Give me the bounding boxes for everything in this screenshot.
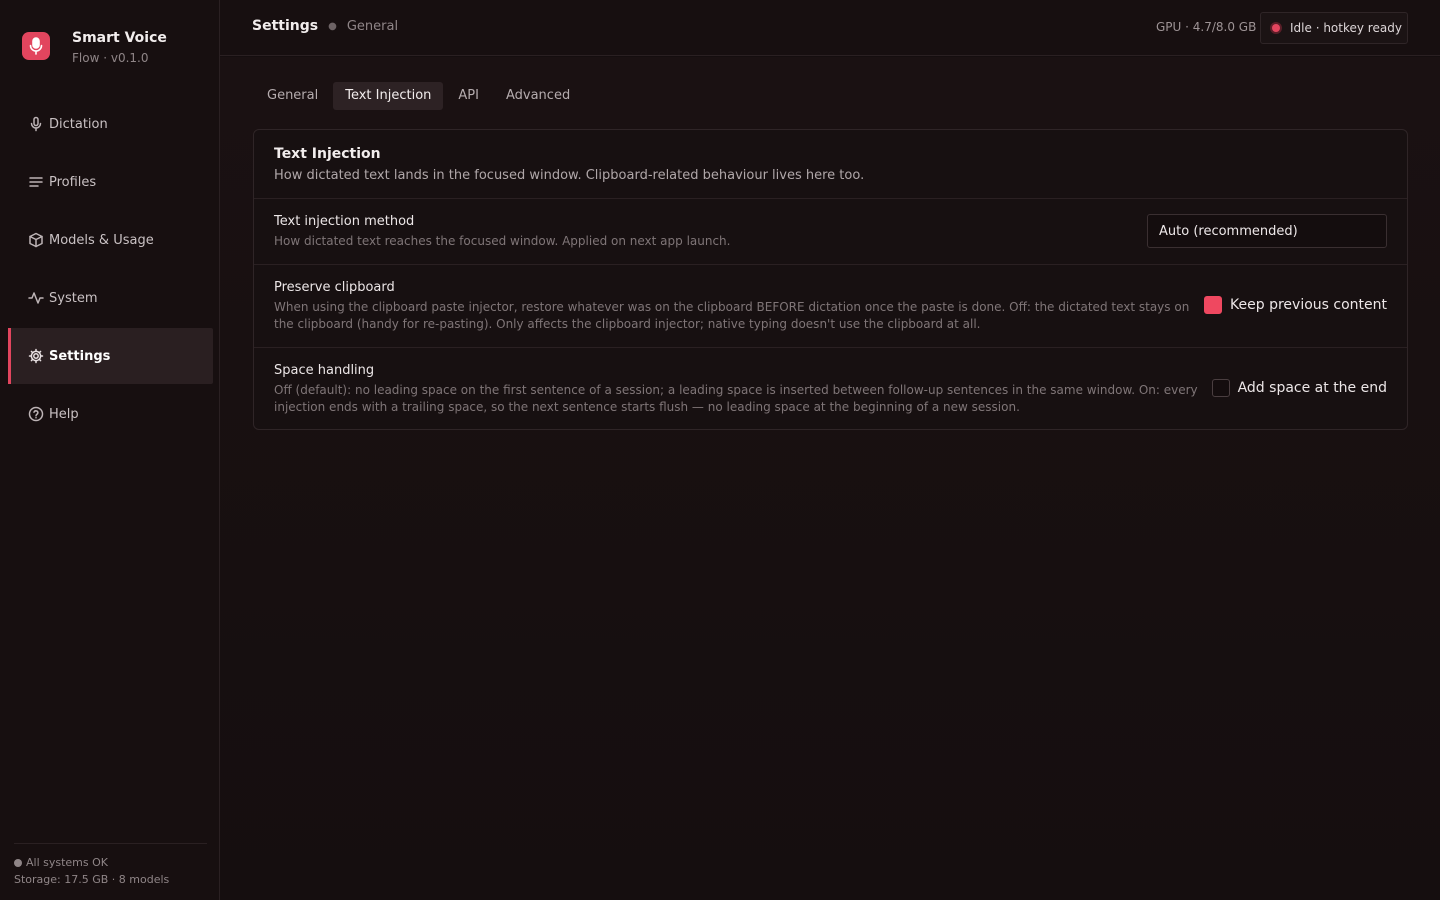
microphone-icon (30, 116, 42, 132)
setting-row-injection-method: Text injection method How dictated text … (254, 199, 1407, 265)
setting-label: Preserve clipboard (274, 280, 395, 295)
main-content: General Text Injection API Advanced Text… (220, 57, 1440, 900)
system-status: All systems OK (14, 854, 207, 871)
sidebar-item-dictation[interactable]: Dictation (8, 96, 213, 152)
settings-tabs: General Text Injection API Advanced (255, 82, 585, 110)
checkbox-label: Keep previous content (1230, 297, 1387, 313)
gear-icon (28, 348, 44, 364)
system-status-text: All systems OK (26, 856, 109, 869)
setting-help: When using the clipboard paste injector,… (274, 300, 1190, 331)
sidebar-item-label: Help (49, 406, 79, 422)
activity-icon (28, 292, 44, 304)
status-text: Idle · hotkey ready (1290, 21, 1402, 35)
setting-help: How dictated text reaches the focused wi… (274, 234, 731, 248)
status-dot-icon (14, 858, 22, 867)
breadcrumb-section: General (346, 18, 399, 34)
sidebar-footer: All systems OK Storage: 17.5 GB · 8 mode… (14, 843, 207, 888)
sidebar-item-settings[interactable]: Settings (8, 328, 213, 384)
tab-general[interactable]: General (255, 82, 330, 110)
sidebar-item-profiles[interactable]: Profiles (8, 154, 213, 210)
keep-previous-content-toggle[interactable]: Keep previous content (1204, 296, 1387, 314)
sidebar-item-label: System (49, 290, 98, 306)
status-badge: Idle · hotkey ready (1260, 12, 1408, 44)
sidebar-item-help[interactable]: Help (8, 386, 213, 442)
help-icon (28, 406, 44, 422)
sidebar-nav: Dictation Profiles Models & Usage System… (8, 96, 213, 444)
card-description: How dictated text lands in the focused w… (274, 168, 865, 183)
settings-card: Text Injection How dictated text lands i… (253, 129, 1408, 430)
sidebar-item-label: Dictation (49, 116, 108, 132)
page-title: Settings (252, 18, 319, 34)
keep-previous-content-checkbox[interactable] (1204, 296, 1223, 314)
cube-icon (29, 232, 43, 248)
top-bar: Settings ● General GPU · 4.7/8.0 GB Idle… (220, 0, 1440, 56)
add-space-at-end-toggle[interactable]: Add space at the end (1211, 379, 1387, 397)
brand: Smart Voice Flow · v0.1.0 (22, 28, 167, 68)
card-header: Text Injection How dictated text lands i… (254, 130, 1407, 199)
recording-status-icon (1272, 24, 1280, 32)
checkbox-label: Add space at the end (1237, 380, 1387, 396)
sidebar-item-models-usage[interactable]: Models & Usage (8, 212, 213, 268)
app-version: Flow · v0.1.0 (72, 51, 149, 65)
list-icon (29, 177, 43, 187)
microphone-icon (22, 32, 50, 60)
sidebar-item-system[interactable]: System (8, 270, 213, 326)
setting-label: Space handling (274, 363, 375, 378)
gpu-usage: GPU · 4.7/8.0 GB (1156, 20, 1257, 34)
tab-api[interactable]: API (446, 82, 491, 110)
sidebar-item-label: Settings (49, 348, 111, 364)
breadcrumb-separator: ● (328, 20, 337, 32)
sidebar: Smart Voice Flow · v0.1.0 Dictation Prof… (0, 0, 220, 900)
storage-info: Storage: 17.5 GB · 8 models (14, 873, 170, 886)
injection-method-select[interactable]: Auto (recommended) (1147, 214, 1387, 248)
sidebar-item-label: Profiles (49, 174, 97, 190)
setting-help: Off (default): no leading space on the f… (274, 383, 1198, 414)
tab-advanced[interactable]: Advanced (494, 82, 582, 110)
sidebar-item-label: Models & Usage (49, 232, 154, 248)
add-space-at-end-checkbox[interactable] (1211, 379, 1230, 397)
card-title: Text Injection (274, 146, 381, 162)
app-name: Smart Voice (72, 30, 167, 46)
setting-row-space-handling: Space handling Off (default): no leading… (254, 348, 1407, 429)
setting-row-preserve-clipboard: Preserve clipboard When using the clipbo… (254, 265, 1407, 348)
tab-text-injection[interactable]: Text Injection (333, 82, 444, 110)
breadcrumb: Settings ● General (252, 18, 398, 34)
